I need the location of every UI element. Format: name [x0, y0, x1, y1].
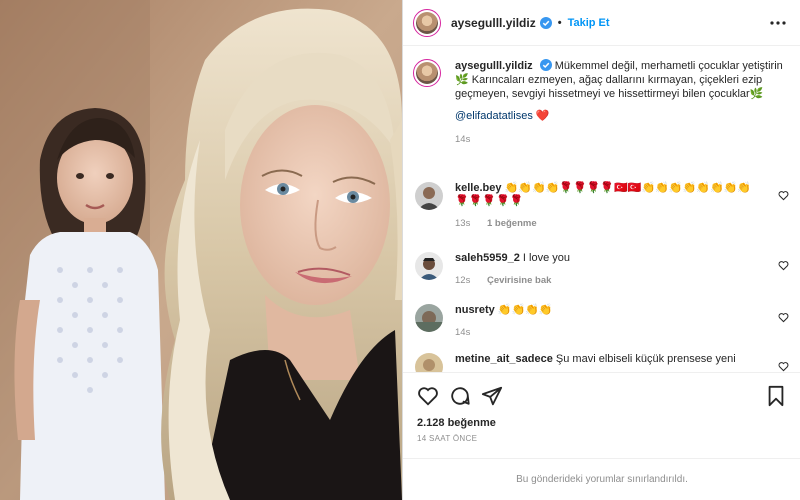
comment-text: I love you: [522, 252, 570, 264]
share-icon[interactable]: [481, 385, 503, 407]
comment-item: saleh5959_2 I love you 12s Çevirisine ba…: [413, 252, 793, 287]
comment-username[interactable]: kelle.bey: [455, 182, 501, 194]
post-side-panel: aysegulll.yildiz • Takip Et aysegulll.yi…: [402, 0, 800, 500]
verified-badge-icon: [539, 59, 552, 71]
comment-likes[interactable]: 1 beğenme: [487, 218, 537, 229]
verified-badge-icon: [539, 16, 552, 29]
commenter-avatar[interactable]: [415, 252, 443, 280]
comments-restricted-notice: Bu gönderideki yorumlar sınırlandırıldı.: [403, 458, 800, 500]
comment-text: 👏👏👏👏: [497, 304, 553, 316]
comment-time: 14s: [455, 327, 471, 338]
comment-item: metine_ait_sadece Şu mavi elbiseli küçük…: [413, 353, 793, 372]
heart-icon[interactable]: [778, 312, 789, 323]
commenter-avatar[interactable]: [415, 182, 443, 210]
heart-icon[interactable]: [778, 361, 789, 372]
separator-dot: •: [557, 16, 562, 29]
caption-avatar[interactable]: [413, 59, 441, 87]
author-avatar[interactable]: [413, 8, 441, 37]
comment-username[interactable]: saleh5959_2: [455, 252, 520, 264]
caption-mention[interactable]: @elifadatatlises ❤️: [455, 109, 783, 123]
comment-username[interactable]: nusrety: [455, 304, 495, 316]
more-options-icon[interactable]: [769, 14, 787, 32]
selfie-image: [0, 0, 402, 500]
post-caption: aysegulll.yildiz Mükemmel değil, merhame…: [413, 59, 783, 147]
post-header: aysegulll.yildiz • Takip Et: [403, 0, 800, 46]
comment-username[interactable]: metine_ait_sadece: [455, 353, 553, 365]
heart-icon[interactable]: [417, 385, 439, 407]
caption-username[interactable]: aysegulll.yildiz: [455, 60, 533, 72]
caption-time: 14s: [455, 134, 471, 145]
action-bar: [403, 372, 800, 416]
comment-item: nusrety 👏👏👏👏 14s: [413, 304, 793, 339]
commenter-avatar[interactable]: [415, 304, 443, 332]
comment-time: 12s: [455, 275, 471, 286]
heart-icon[interactable]: [778, 260, 789, 271]
heart-icon[interactable]: [778, 190, 789, 201]
comments-section[interactable]: aysegulll.yildiz Mükemmel değil, merhame…: [403, 47, 800, 372]
comment-icon[interactable]: [449, 385, 471, 407]
bookmark-icon[interactable]: [765, 385, 787, 407]
post-timestamp: 14 SAAT ÖNCE: [417, 434, 478, 443]
comment-text: Şu mavi elbiseli küçük prensese yeni: [555, 353, 736, 365]
comment-item: kelle.bey 👏👏👏👏🌹🌹🌹🌹🇹🇷🇹🇷👏👏👏👏👏👏👏👏🌹🌹🌹🌹🌹 13s …: [413, 182, 793, 230]
post-photo[interactable]: [0, 0, 402, 500]
comment-time: 13s: [455, 218, 471, 229]
like-count[interactable]: 2.128 beğenme: [417, 417, 496, 429]
follow-button[interactable]: Takip Et: [568, 17, 610, 29]
author-username[interactable]: aysegulll.yildiz: [451, 16, 536, 30]
translate-link[interactable]: Çevirisine bak: [487, 275, 551, 286]
commenter-avatar[interactable]: [415, 353, 443, 372]
instagram-post: aysegulll.yildiz • Takip Et aysegulll.yi…: [0, 0, 800, 500]
